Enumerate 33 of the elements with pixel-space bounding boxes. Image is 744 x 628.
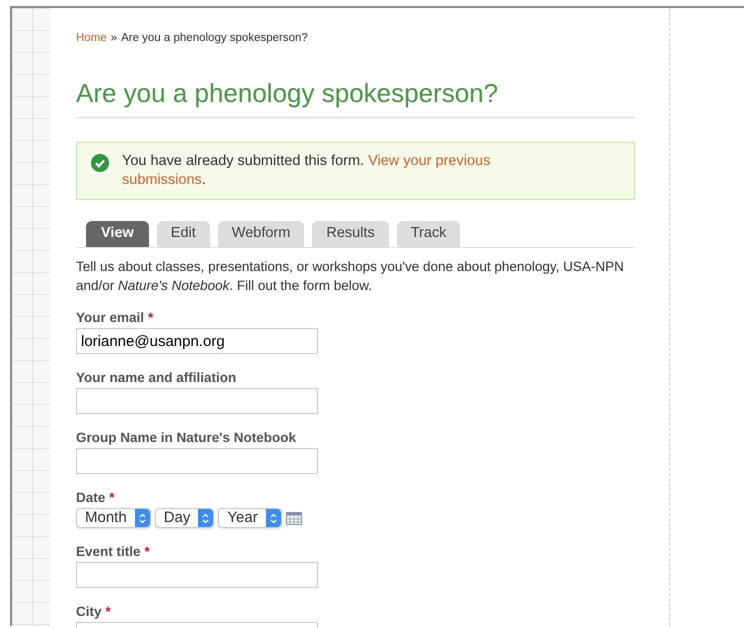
- field-label: Group Name in Nature's Notebook: [76, 429, 296, 446]
- breadcrumb-current: Are you a phenology spokesperson?: [121, 31, 308, 46]
- tab[interactable]: Track: [396, 221, 460, 248]
- page-title: Are you a phenology spokesperson?: [76, 77, 635, 118]
- check-circle-icon: [91, 154, 109, 172]
- tab[interactable]: Edit: [156, 221, 210, 248]
- select-dropdown[interactable]: Day: [154, 508, 214, 528]
- field-label: Event title: [76, 543, 141, 560]
- select-dropdown[interactable]: Year: [218, 508, 282, 528]
- input-field[interactable]: [76, 562, 318, 588]
- calendar-icon[interactable]: [286, 512, 302, 525]
- select-dropdown[interactable]: Month: [76, 508, 151, 528]
- input-field[interactable]: [76, 448, 318, 474]
- required-marker: *: [148, 309, 154, 326]
- field-label: Your name and affiliation: [76, 369, 236, 386]
- intro-text: Tell us about classes, presentations, or workshops you've done about phenology, USA-NPN and/or Nature's Notebook. Fill out the form below.: [76, 258, 625, 296]
- up-down-arrows-icon: [202, 512, 210, 524]
- tab[interactable]: View: [86, 221, 149, 248]
- input-field[interactable]: [76, 388, 318, 414]
- required-marker: *: [109, 489, 115, 506]
- tab[interactable]: Webform: [218, 221, 304, 248]
- field-label: Your email: [76, 309, 144, 326]
- up-down-arrows-icon: [270, 512, 277, 524]
- required-marker: *: [106, 603, 111, 620]
- required-marker: *: [144, 543, 150, 560]
- field-label: City: [76, 603, 102, 620]
- input-field[interactable]: lorianne@usanpn.org: [76, 328, 318, 354]
- up-down-arrows-icon: [138, 512, 146, 524]
- tab[interactable]: Results: [312, 221, 389, 248]
- home-link[interactable]: Home: [76, 30, 107, 48]
- field-label: Date: [76, 489, 106, 506]
- status-text: You have already submitted this form. View your previous submissions.: [122, 152, 492, 190]
- breadcrumb-separator: »: [110, 31, 118, 46]
